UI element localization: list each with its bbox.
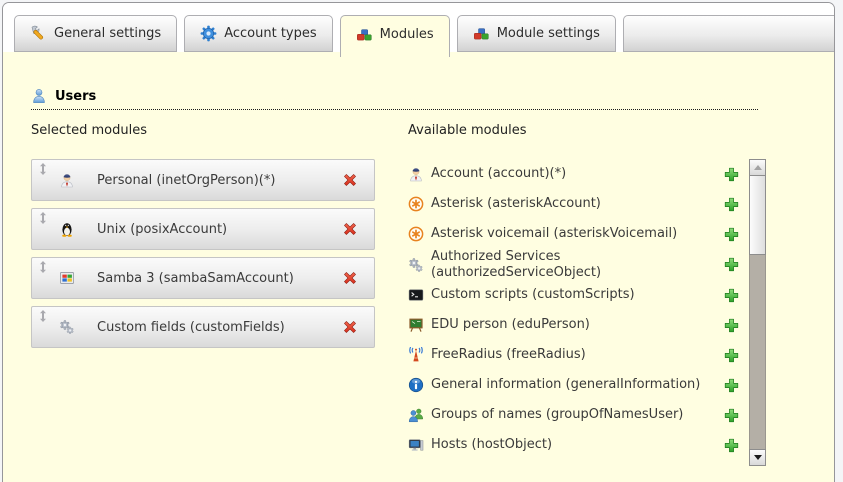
selected-module-row: Custom fields (customFields)	[31, 306, 375, 348]
add-module-button[interactable]	[723, 377, 740, 394]
tab-general-settings[interactable]: General settings	[14, 15, 177, 52]
available-module-row: FreeRadius (freeRadius)	[408, 340, 740, 370]
module-label: Custom scripts (customScripts)	[431, 287, 723, 303]
add-module-button[interactable]	[723, 226, 740, 243]
available-modules-panel: Available modules Account (account)(*) A…	[408, 123, 766, 466]
config-window: General settings Account types Modules M…	[2, 2, 835, 482]
tab-module-settings[interactable]: Module settings	[457, 15, 616, 52]
users-section-header: Users	[31, 88, 758, 110]
remove-module-button[interactable]	[341, 318, 359, 336]
scrollbar-track[interactable]	[749, 255, 766, 449]
asterisk-icon	[408, 196, 424, 212]
available-module-row: Custom scripts (customScripts)	[408, 280, 740, 310]
available-modules-scrollbar	[749, 159, 766, 466]
modules-icon	[356, 27, 373, 43]
module-label: Unix (posixAccount)	[97, 222, 227, 237]
available-module-row: Asterisk (asteriskAccount)	[408, 189, 740, 219]
antenna-icon	[408, 347, 424, 363]
tab-modules[interactable]: Modules	[340, 15, 450, 57]
add-module-button[interactable]	[723, 196, 740, 213]
personal-icon	[59, 172, 75, 188]
remove-module-button[interactable]	[341, 171, 359, 189]
module-label: Account (account)(*)	[431, 166, 723, 182]
remove-module-button[interactable]	[341, 269, 359, 287]
add-module-button[interactable]	[723, 287, 740, 304]
scrollbar-thumb[interactable]	[749, 176, 766, 255]
module-label: General information (generalInformation)	[431, 377, 723, 393]
drag-handle-icon[interactable]	[39, 212, 47, 224]
available-module-row: Asterisk voicemail (asteriskVoicemail)	[408, 219, 740, 249]
gears-icon	[59, 319, 75, 335]
add-module-button[interactable]	[723, 317, 740, 334]
scroll-up-icon[interactable]	[749, 159, 766, 176]
modules-icon	[473, 26, 490, 42]
gears-icon	[408, 257, 424, 273]
wrench-icon	[30, 25, 47, 42]
selected-module-row: Unix (posixAccount)	[31, 208, 375, 250]
tux-icon	[59, 221, 75, 237]
module-label: Hosts (hostObject)	[431, 437, 723, 453]
host-icon	[408, 437, 424, 453]
module-label: Samba 3 (sambaSamAccount)	[97, 271, 294, 286]
module-label: Asterisk voicemail (asteriskVoicemail)	[431, 226, 723, 242]
module-label: FreeRadius (freeRadius)	[431, 347, 723, 363]
available-module-row: Authorized Services (authorizedServiceOb…	[408, 249, 740, 280]
user-icon	[31, 88, 47, 104]
available-module-row: EDU person (eduPerson)	[408, 310, 740, 340]
tab-bar: General settings Account types Modules M…	[3, 3, 834, 52]
windows-icon	[59, 270, 75, 286]
page: General settings Account types Modules M…	[0, 0, 843, 482]
modules-tab-content: Users Selected modules Personal (inetOrg…	[3, 52, 834, 482]
chalkboard-icon	[408, 317, 424, 333]
asterisk-icon	[408, 226, 424, 242]
module-label: Custom fields (customFields)	[97, 320, 285, 335]
selected-modules-heading: Selected modules	[31, 123, 408, 138]
drag-handle-icon[interactable]	[39, 261, 47, 273]
selected-modules-list: Personal (inetOrgPerson)(*) Unix (posixA…	[31, 159, 408, 348]
remove-module-button[interactable]	[341, 220, 359, 238]
available-modules-list: Account (account)(*) Asterisk (asteriskA…	[408, 159, 740, 466]
drag-handle-icon[interactable]	[39, 310, 47, 322]
add-module-button[interactable]	[723, 166, 740, 183]
available-module-row: Groups of names (groupOfNamesUser)	[408, 400, 740, 430]
group-icon	[408, 407, 424, 423]
add-module-button[interactable]	[723, 347, 740, 364]
personal-icon	[408, 166, 424, 182]
available-module-row: Account (account)(*)	[408, 159, 740, 189]
info-icon	[408, 377, 424, 393]
available-module-row: Hosts (hostObject)	[408, 430, 740, 460]
available-module-row: General information (generalInformation)	[408, 370, 740, 400]
module-label: EDU person (eduPerson)	[431, 317, 723, 333]
scroll-down-icon[interactable]	[749, 449, 766, 466]
add-module-button[interactable]	[723, 256, 740, 273]
module-label: Personal (inetOrgPerson)(*)	[97, 173, 275, 188]
tab-bar-filler	[623, 15, 834, 52]
module-label: Groups of names (groupOfNamesUser)	[431, 407, 723, 423]
selected-module-row: Personal (inetOrgPerson)(*)	[31, 159, 375, 201]
selected-module-row: Samba 3 (sambaSamAccount)	[31, 257, 375, 299]
selected-modules-panel: Selected modules Personal (inetOrgPerson…	[31, 123, 408, 466]
terminal-icon	[408, 287, 424, 303]
add-module-button[interactable]	[723, 437, 740, 454]
available-modules-heading: Available modules	[408, 123, 766, 138]
tab-account-types[interactable]: Account types	[184, 15, 332, 52]
module-label: Asterisk (asteriskAccount)	[431, 196, 723, 212]
add-module-button[interactable]	[723, 407, 740, 424]
section-title: Users	[55, 89, 96, 104]
module-label: Authorized Services (authorizedServiceOb…	[431, 249, 723, 280]
gear-icon	[200, 25, 217, 42]
drag-handle-icon[interactable]	[39, 163, 47, 175]
